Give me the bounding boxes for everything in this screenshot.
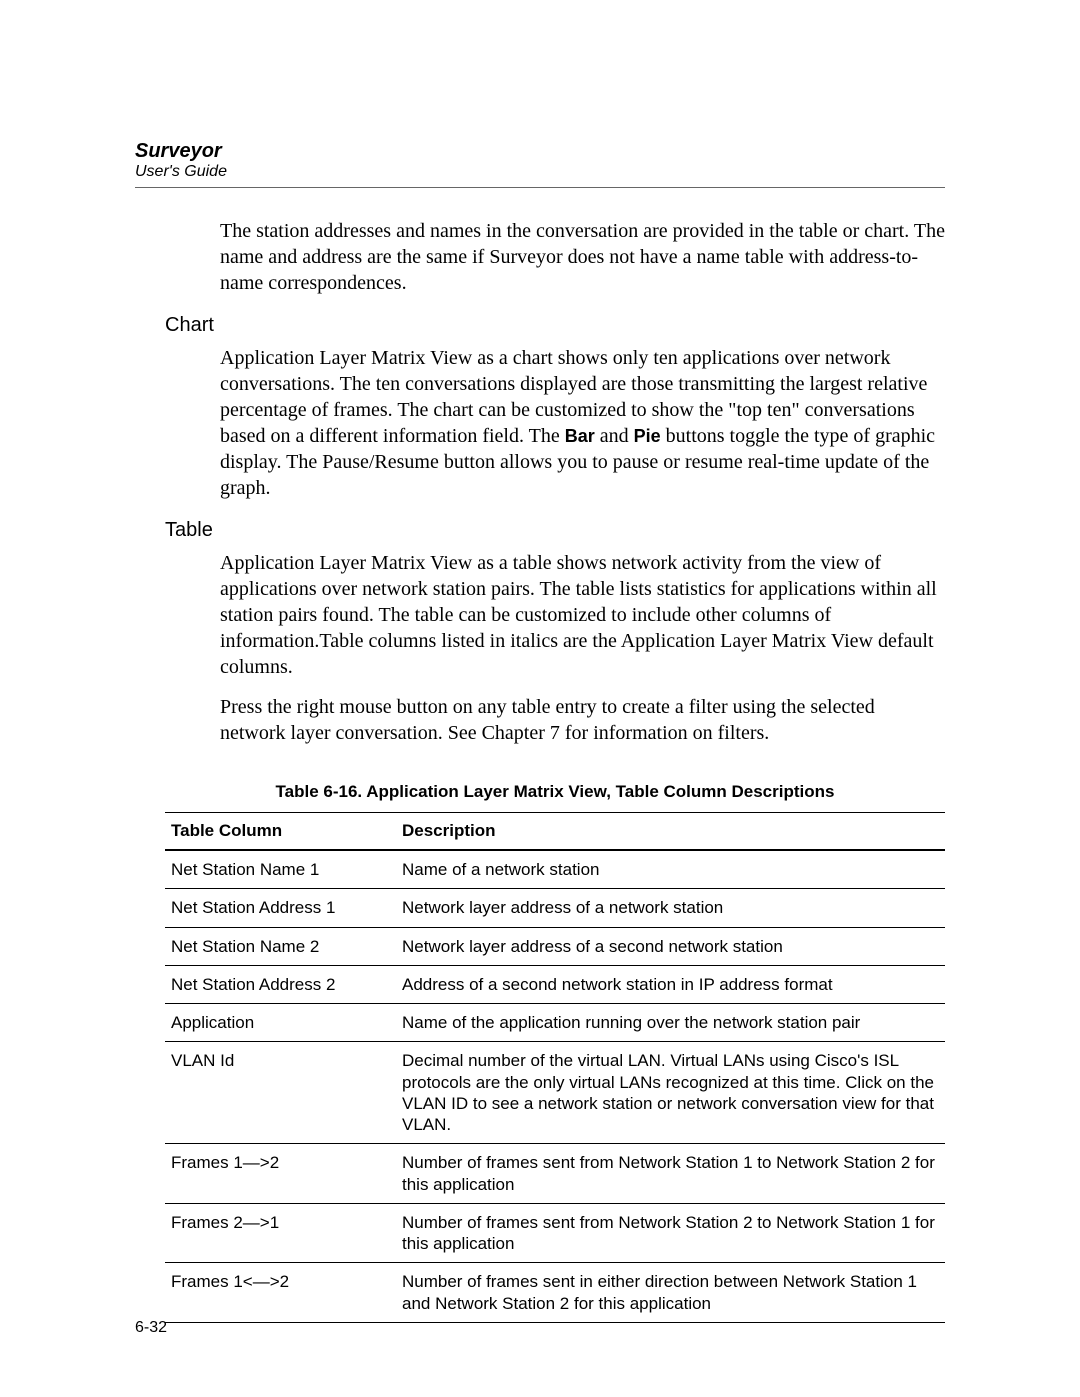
- doc-subtitle: User's Guide: [135, 163, 945, 181]
- table-cell-col1: Net Station Address 1: [165, 889, 396, 927]
- intro-block: The station addresses and names in the c…: [220, 218, 945, 296]
- table-cell-col2: Number of frames sent from Network Stati…: [396, 1144, 945, 1204]
- table-cell-col2: Network layer address of a second networ…: [396, 927, 945, 965]
- table-paragraph-1: Application Layer Matrix View as a table…: [220, 550, 945, 680]
- table-row: Net Station Address 2 Address of a secon…: [165, 965, 945, 1003]
- table-header-row: Table Column Description: [165, 813, 945, 851]
- bar-button-label: Bar: [565, 426, 595, 446]
- table-cell-col1: Application: [165, 1004, 396, 1042]
- table-cell-col2: Address of a second network station in I…: [396, 965, 945, 1003]
- table-cell-col2: Name of a network station: [396, 850, 945, 889]
- chart-heading: Chart: [165, 314, 945, 337]
- chart-text-mid: and: [595, 425, 634, 447]
- table-cell-col1: Net Station Address 2: [165, 965, 396, 1003]
- chart-block: Application Layer Matrix View as a chart…: [220, 345, 945, 501]
- table-cell-col2: Number of frames sent from Network Stati…: [396, 1203, 945, 1263]
- table-cell-col1: Frames 1—>2: [165, 1144, 396, 1204]
- chart-paragraph: Application Layer Matrix View as a chart…: [220, 345, 945, 501]
- table-header-col1: Table Column: [165, 813, 396, 851]
- table-row: Net Station Name 1 Name of a network sta…: [165, 850, 945, 889]
- pie-button-label: Pie: [634, 426, 661, 446]
- table-cell-col1: Net Station Name 1: [165, 850, 396, 889]
- table-row: Net Station Address 1 Network layer addr…: [165, 889, 945, 927]
- column-description-table: Table Column Description Net Station Nam…: [165, 812, 945, 1323]
- table-row: VLAN Id Decimal number of the virtual LA…: [165, 1042, 945, 1144]
- page-number: 6-32: [135, 1319, 167, 1337]
- doc-title: Surveyor: [135, 140, 945, 163]
- table-cell-col1: Net Station Name 2: [165, 927, 396, 965]
- table-row: Frames 2—>1 Number of frames sent from N…: [165, 1203, 945, 1263]
- table-paragraph-2: Press the right mouse button on any tabl…: [220, 694, 945, 746]
- table-cell-col2: Decimal number of the virtual LAN. Virtu…: [396, 1042, 945, 1144]
- table-cell-col2: Name of the application running over the…: [396, 1004, 945, 1042]
- intro-paragraph: The station addresses and names in the c…: [220, 218, 945, 296]
- table-row: Application Name of the application runn…: [165, 1004, 945, 1042]
- table-row: Frames 1<—>2 Number of frames sent in ei…: [165, 1263, 945, 1323]
- table-header-col2: Description: [396, 813, 945, 851]
- table-cell-col2: Network layer address of a network stati…: [396, 889, 945, 927]
- table-cell-col1: Frames 1<—>2: [165, 1263, 396, 1323]
- header-rule: [135, 187, 945, 188]
- table-cell-col2: Number of frames sent in either directio…: [396, 1263, 945, 1323]
- table-section: Table 6-16. Application Layer Matrix Vie…: [165, 782, 945, 1323]
- table-cell-col1: Frames 2—>1: [165, 1203, 396, 1263]
- table-heading: Table: [165, 519, 945, 542]
- table-text-block: Application Layer Matrix View as a table…: [220, 550, 945, 746]
- table-cell-col1: VLAN Id: [165, 1042, 396, 1144]
- table-row: Net Station Name 2 Network layer address…: [165, 927, 945, 965]
- page: Surveyor User's Guide The station addres…: [0, 0, 1080, 1397]
- table-caption: Table 6-16. Application Layer Matrix Vie…: [165, 782, 945, 802]
- table-row: Frames 1—>2 Number of frames sent from N…: [165, 1144, 945, 1204]
- page-header: Surveyor User's Guide: [135, 140, 945, 181]
